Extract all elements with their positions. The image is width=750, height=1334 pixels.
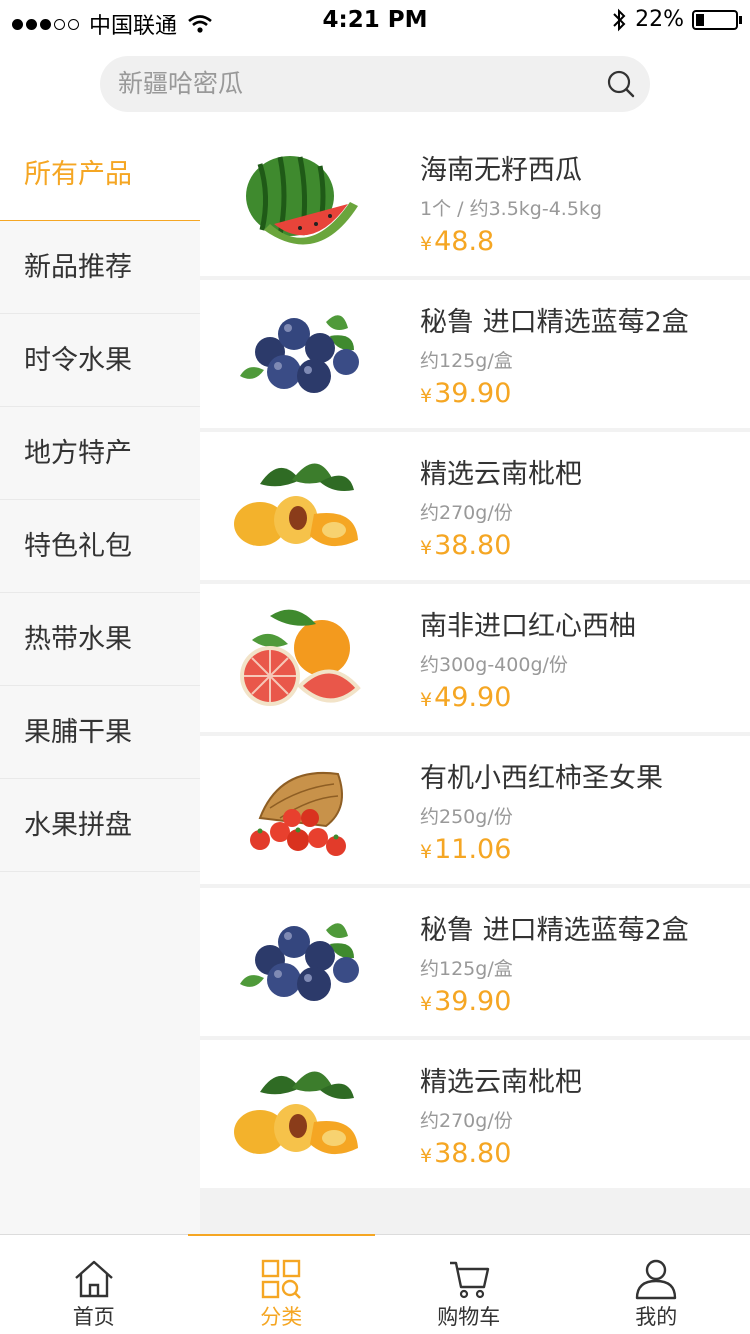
product-price: ¥49.90 [420, 682, 511, 713]
sidebar-item-gift-pack[interactable]: 特色礼包 [0, 500, 200, 593]
product-spec: 约270g/份 [420, 502, 513, 524]
tab-bar: 首页 分类 购物车 我的 [0, 1234, 750, 1334]
loquat-image [234, 1071, 358, 1155]
tab-label: 首页 [72, 1305, 115, 1329]
product-price: ¥11.06 [420, 834, 511, 865]
product-card[interactable]: 秘鲁 进口精选蓝莓2盒 约125g/盒 ¥39.90 [200, 888, 750, 1036]
battery-icon [692, 9, 742, 30]
search-bar[interactable]: 新疆哈密瓜 [100, 56, 650, 112]
status-right: 22% [611, 7, 742, 32]
currency-symbol: ¥ [420, 537, 433, 559]
loquat-image [234, 463, 358, 547]
sidebar-item-tropical[interactable]: 热带水果 [0, 593, 200, 686]
tab-category[interactable]: 分类 [187, 1234, 376, 1334]
price-value: 11.06 [434, 834, 512, 865]
product-name: 秘鲁 进口精选蓝莓2盒 [420, 915, 689, 946]
battery-level [696, 13, 704, 26]
watermelon-image [246, 156, 358, 245]
tab-me[interactable]: 我的 [563, 1235, 750, 1334]
currency-symbol: ¥ [420, 993, 433, 1015]
product-price: ¥39.90 [420, 986, 511, 1017]
currency-symbol: ¥ [420, 841, 433, 863]
product-spec: 1个 / 约3.5kg-4.5kg [420, 198, 602, 220]
price-value: 38.80 [434, 1138, 512, 1169]
tab-label: 我的 [635, 1305, 678, 1329]
sidebar-item-local-specialty[interactable]: 地方特产 [0, 407, 200, 500]
status-bar: 中国联通 4:21 PM 22% [0, 0, 750, 40]
product-card[interactable]: 精选云南枇杷 约270g/份 ¥38.80 [200, 1040, 750, 1188]
product-card[interactable]: 秘鲁 进口精选蓝莓2盒 约125g/盒 ¥39.90 [200, 280, 750, 428]
bluetooth-icon [613, 8, 626, 31]
product-spec: 约125g/盒 [420, 350, 513, 372]
cart-icon [449, 1261, 489, 1299]
product-name: 精选云南枇杷 [420, 459, 582, 490]
product-price: ¥38.80 [420, 1138, 511, 1169]
price-value: 49.90 [434, 682, 512, 713]
tab-label: 分类 [260, 1305, 303, 1329]
tab-home[interactable]: 首页 [0, 1235, 188, 1334]
battery-percent: 22% [635, 7, 684, 32]
product-card[interactable]: 南非进口红心西柚 约300g-400g/份 ¥49.90 [200, 584, 750, 732]
currency-symbol: ¥ [420, 385, 433, 407]
cherry-tomato-image [250, 772, 346, 856]
grapefruit-image [240, 609, 361, 706]
product-spec: 约250g/份 [420, 806, 513, 828]
search-input[interactable]: 新疆哈密瓜 [118, 56, 243, 112]
blueberry-image [240, 923, 359, 1001]
sidebar-item-new[interactable]: 新品推荐 [0, 221, 200, 314]
product-card[interactable]: 有机小西红柿圣女果 约250g/份 ¥11.06 [200, 736, 750, 884]
product-list: 海南无籽西瓜 1个 / 约3.5kg-4.5kg ¥48.8 秘鲁 进口精选蓝莓… [200, 128, 750, 1234]
product-price: ¥48.8 [420, 226, 494, 257]
search-icon[interactable] [606, 69, 636, 99]
user-icon [636, 1259, 677, 1300]
currency-symbol: ¥ [420, 233, 433, 255]
product-spec: 约125g/盒 [420, 958, 513, 980]
tab-cart[interactable]: 购物车 [375, 1235, 563, 1334]
tab-label: 购物车 [437, 1305, 501, 1329]
product-price: ¥39.90 [420, 378, 511, 409]
product-card[interactable]: 精选云南枇杷 约270g/份 ¥38.80 [200, 432, 750, 580]
product-name: 南非进口红心西柚 [420, 611, 636, 642]
home-icon [74, 1260, 113, 1298]
blueberry-image [240, 315, 359, 393]
product-spec: 约300g-400g/份 [420, 654, 568, 676]
price-value: 38.80 [434, 530, 512, 561]
product-card[interactable]: 海南无籽西瓜 1个 / 约3.5kg-4.5kg ¥48.8 [200, 128, 750, 276]
sidebar-item-fruit-platter[interactable]: 水果拼盘 [0, 779, 200, 872]
product-price: ¥38.80 [420, 530, 511, 561]
product-spec: 约270g/份 [420, 1110, 513, 1132]
product-name: 精选云南枇杷 [420, 1067, 582, 1098]
product-name: 秘鲁 进口精选蓝莓2盒 [420, 307, 689, 338]
sidebar-item-dried-fruit[interactable]: 果脯干果 [0, 686, 200, 779]
price-value: 48.8 [434, 226, 495, 257]
price-value: 39.90 [434, 378, 512, 409]
sidebar-item-all-products[interactable]: 所有产品 [0, 128, 200, 221]
price-value: 39.90 [434, 986, 512, 1017]
product-name: 有机小西红柿圣女果 [420, 763, 663, 794]
category-icon [262, 1259, 302, 1299]
product-name: 海南无籽西瓜 [420, 155, 582, 186]
category-sidebar: 所有产品 新品推荐 时令水果 地方特产 特色礼包 热带水果 果脯干果 水果拼盘 [0, 128, 200, 1234]
sidebar-item-seasonal[interactable]: 时令水果 [0, 314, 200, 407]
currency-symbol: ¥ [420, 1145, 433, 1167]
currency-symbol: ¥ [420, 689, 433, 711]
